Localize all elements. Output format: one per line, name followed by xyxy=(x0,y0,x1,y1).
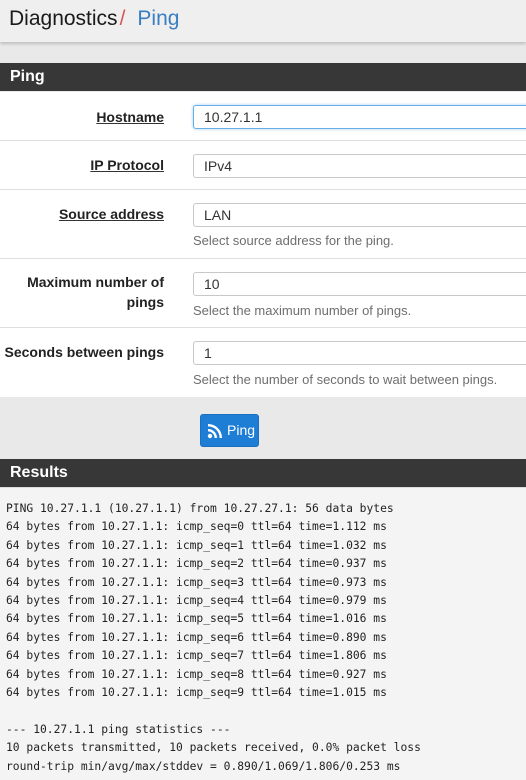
ping-form: Hostname 10.27.1.1 IP Protocol IPv4 Sour… xyxy=(0,92,526,397)
source-address-select[interactable]: LAN xyxy=(193,203,526,227)
max-pings-select[interactable]: 10 xyxy=(193,272,526,296)
max-pings-label-line2: pings xyxy=(126,294,164,310)
seconds-between-row: Seconds between pings 1 Select the numbe… xyxy=(0,328,526,397)
hostname-input[interactable]: 10.27.1.1 xyxy=(193,105,526,129)
breadcrumb: Diagnostics/ Ping xyxy=(9,6,179,32)
hostname-row: Hostname 10.27.1.1 xyxy=(0,92,526,141)
button-area: Ping xyxy=(0,397,526,459)
max-pings-label-line1: Maximum number of xyxy=(27,274,164,290)
max-pings-label: Maximum number of pings xyxy=(4,272,164,312)
ping-output: PING 10.27.1.1 (10.27.1.1) from 10.27.27… xyxy=(6,502,421,773)
hostname-label: Hostname xyxy=(96,109,164,125)
max-pings-help: Select the maximum number of pings. xyxy=(193,303,412,318)
seconds-between-help: Select the number of seconds to wait bet… xyxy=(193,372,498,387)
breadcrumb-separator: / xyxy=(119,7,126,30)
source-address-help: Select source address for the ping. xyxy=(193,233,394,248)
ping-button[interactable]: Ping xyxy=(200,414,259,447)
results-panel-heading: Results xyxy=(0,459,526,487)
results-body: PING 10.27.1.1 (10.27.1.1) from 10.27.27… xyxy=(0,487,526,780)
breadcrumb-diagnostics[interactable]: Diagnostics xyxy=(9,7,118,30)
ping-panel-heading: Ping xyxy=(0,63,526,91)
source-address-label: Source address xyxy=(58,206,164,222)
page-header: Diagnostics/ Ping xyxy=(0,0,526,42)
ip-protocol-row: IP Protocol IPv4 xyxy=(0,141,526,190)
breadcrumb-ping[interactable]: Ping xyxy=(137,7,179,30)
ip-protocol-select[interactable]: IPv4 xyxy=(193,154,526,178)
ip-protocol-label: IP Protocol xyxy=(90,157,164,173)
seconds-between-label: Seconds between pings xyxy=(4,344,164,360)
rss-icon xyxy=(207,424,222,439)
ping-button-label: Ping xyxy=(227,422,256,438)
source-address-row: Source address LAN Select source address… xyxy=(0,190,526,259)
seconds-between-select[interactable]: 1 xyxy=(193,341,526,365)
max-pings-row: Maximum number of pings 10 Select the ma… xyxy=(0,259,526,328)
